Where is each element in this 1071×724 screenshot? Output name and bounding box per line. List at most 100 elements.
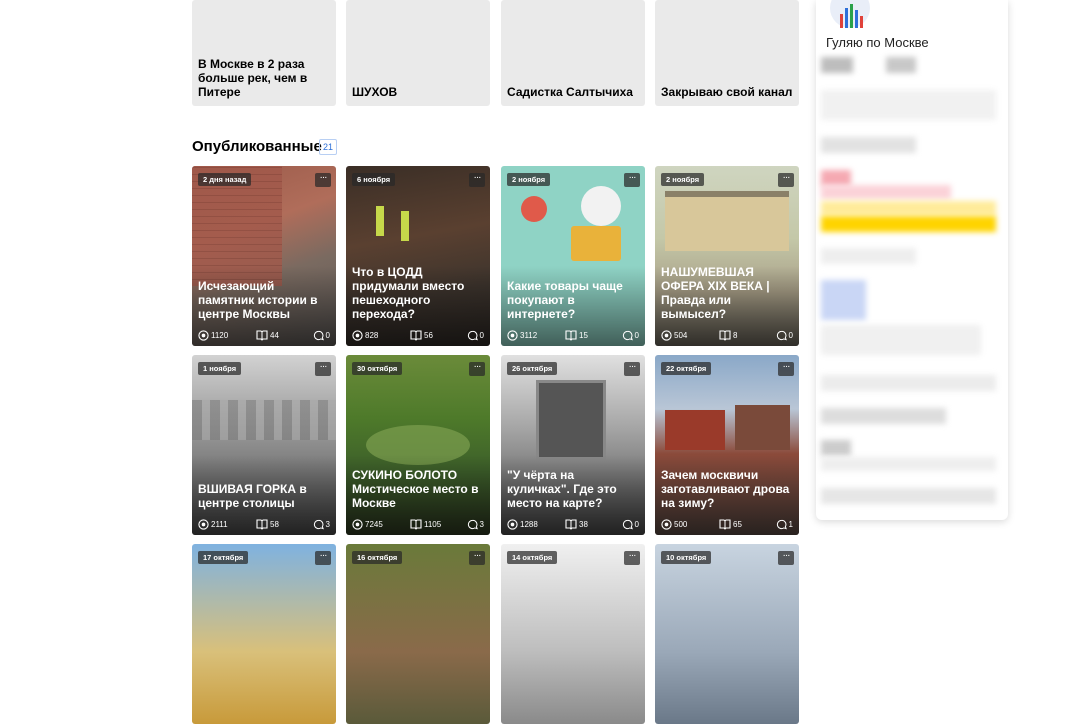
card-date: 2 ноября (661, 173, 705, 186)
eye-icon (198, 329, 209, 341)
article-card[interactable]: 10 октября ··· (655, 544, 799, 724)
reads-count: 15 (579, 330, 588, 340)
article-card[interactable]: 26 октября ··· "У чёрта на куличках". Гд… (501, 355, 645, 535)
views-count: 7245 (365, 519, 383, 529)
card-title: Зачем москвичи заготавливают дрова на зи… (661, 468, 790, 510)
more-dots-icon[interactable]: ··· (469, 173, 485, 187)
article-card[interactable]: 17 октября ··· (192, 544, 336, 724)
views-count: 1120 (211, 330, 229, 340)
article-card[interactable]: 16 октября ··· (346, 544, 490, 724)
more-dots-icon[interactable]: ··· (778, 173, 794, 187)
comments-count: 3 (479, 519, 484, 529)
card-date: 17 октября (198, 551, 249, 564)
comment-icon (467, 519, 478, 529)
blurred-stat (821, 440, 851, 456)
card-stats: 504 8 0 (661, 329, 793, 341)
book-icon (256, 518, 268, 530)
views-count: 500 (674, 519, 688, 529)
views-count: 3112 (520, 330, 538, 340)
card-date: 30 октября (352, 362, 403, 375)
card-date: 2 дня назад (198, 173, 252, 186)
card-title: СУКИНО БОЛОТО Мистическое место в Москве (352, 468, 479, 510)
card-title: ВШИВАЯ ГОРКА в центре столицы (198, 482, 307, 510)
views-count: 504 (674, 330, 688, 340)
draft-card[interactable]: В Москве в 2 раза больше рек, чем в Пите… (192, 0, 336, 106)
more-dots-icon[interactable]: ··· (315, 362, 331, 376)
blurred-stat (821, 408, 946, 424)
card-stats: 1288 38 0 (507, 518, 639, 530)
blurred-stat (821, 185, 951, 199)
blurred-stat (821, 248, 916, 264)
more-dots-icon[interactable]: ··· (315, 551, 331, 565)
more-dots-icon[interactable]: ··· (315, 173, 331, 187)
card-title: Исчезающий памятник истории в центре Мос… (198, 279, 318, 321)
draft-title: ШУХОВ (352, 85, 398, 99)
book-icon (719, 518, 731, 530)
channel-name[interactable]: Гуляю по Москве (826, 35, 929, 50)
card-date: 26 октября (507, 362, 558, 375)
article-card[interactable]: 2 дня назад ··· Исчезающий памятник исто… (192, 166, 336, 346)
eye-icon (507, 329, 518, 341)
comment-icon (776, 519, 787, 529)
article-card[interactable]: 1 ноября ··· ВШИВАЯ ГОРКА в центре столи… (192, 355, 336, 535)
draft-card[interactable]: Садистка Салтычиха (501, 0, 645, 106)
card-stats: 500 65 1 (661, 518, 793, 530)
channel-logo-icon[interactable] (830, 0, 870, 30)
reads-count: 56 (424, 330, 433, 340)
more-dots-icon[interactable]: ··· (624, 551, 640, 565)
card-stats: 1120 44 0 (198, 329, 330, 341)
book-icon (410, 518, 422, 530)
article-card[interactable]: 14 октября ··· (501, 544, 645, 724)
blurred-stat (821, 170, 851, 186)
card-date: 14 октября (507, 551, 558, 564)
draft-card[interactable]: Закрываю свой канал (655, 0, 799, 106)
more-dots-icon[interactable]: ··· (469, 362, 485, 376)
article-card[interactable]: 22 октября ··· Зачем москвичи заготавлив… (655, 355, 799, 535)
reads-count: 58 (270, 519, 279, 529)
article-card[interactable]: 2 ноября ··· НАШУМЕВШАЯ ОФЕРА XIX ВЕКА |… (655, 166, 799, 346)
blurred-stat (821, 375, 996, 391)
blurred-stat (821, 90, 996, 120)
draft-title: В Москве в 2 раза больше рек, чем в Пите… (198, 57, 308, 99)
blurred-stat (821, 280, 866, 320)
article-card[interactable]: 6 ноября ··· Что в ЦОДД придумали вместо… (346, 166, 490, 346)
eye-icon (352, 518, 363, 530)
reads-count: 38 (579, 519, 588, 529)
eye-icon (507, 518, 518, 530)
draft-title: Закрываю свой канал (661, 85, 793, 99)
comments-count: 0 (325, 330, 330, 340)
comment-icon (776, 330, 787, 340)
blurred-stat (821, 201, 996, 215)
article-card[interactable]: 30 октября ··· СУКИНО БОЛОТО Мистическое… (346, 355, 490, 535)
card-title: Какие товары чаще покупают в интернете? (507, 279, 623, 321)
more-dots-icon[interactable]: ··· (778, 362, 794, 376)
views-count: 1288 (520, 519, 538, 529)
card-stats: 7245 1105 3 (352, 518, 484, 530)
blurred-stat (821, 457, 996, 471)
card-stats: 828 56 0 (352, 329, 484, 341)
draft-card[interactable]: ШУХОВ (346, 0, 490, 106)
article-card[interactable]: 2 ноября ··· Какие товары чаще покупают … (501, 166, 645, 346)
more-dots-icon[interactable]: ··· (624, 362, 640, 376)
blurred-stat (821, 137, 916, 153)
reads-count: 1105 (424, 519, 442, 529)
more-dots-icon[interactable]: ··· (778, 551, 794, 565)
book-icon (719, 329, 731, 341)
comment-icon (467, 330, 478, 340)
card-title: "У чёрта на куличках". Где это место на … (507, 468, 617, 510)
comment-icon (622, 519, 633, 529)
comments-count: 0 (788, 330, 793, 340)
published-title: Опубликованные (192, 138, 322, 155)
blurred-stat (821, 488, 996, 504)
card-title: Что в ЦОДД придумали вместо пешеходного … (352, 265, 465, 321)
eye-icon (198, 518, 209, 530)
comments-count: 0 (634, 330, 639, 340)
published-count-badge: 21 (319, 139, 338, 155)
eye-icon (352, 329, 363, 341)
views-count: 2111 (211, 519, 228, 529)
eye-icon (661, 518, 672, 530)
reads-count: 8 (733, 330, 738, 340)
more-dots-icon[interactable]: ··· (624, 173, 640, 187)
more-dots-icon[interactable]: ··· (469, 551, 485, 565)
comments-count: 3 (325, 519, 330, 529)
